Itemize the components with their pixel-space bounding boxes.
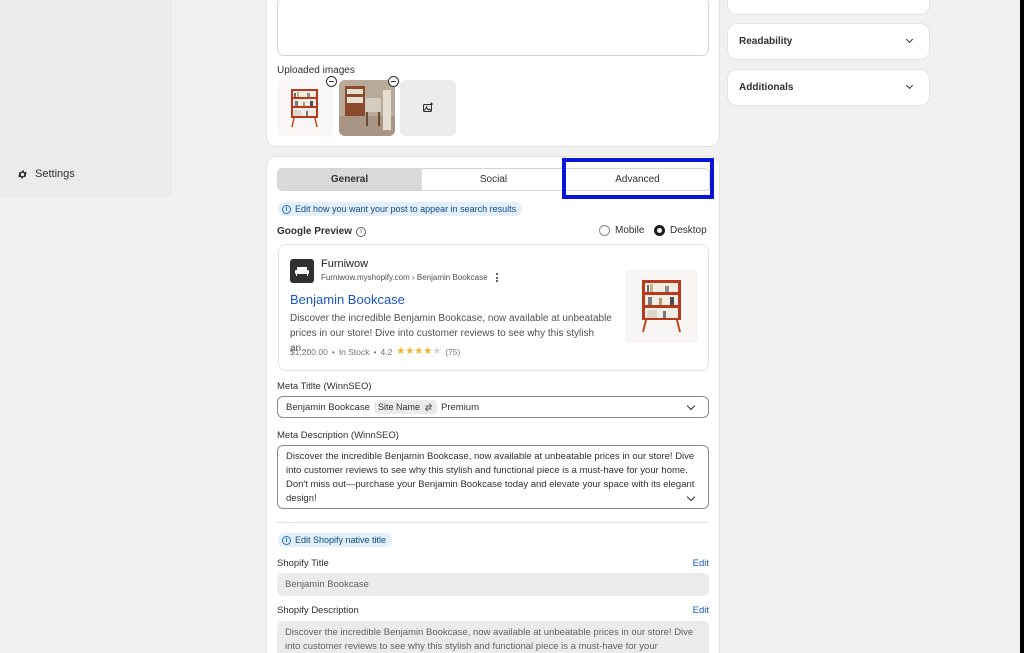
google-preview-card: Furniwow Furniwow.myshopify.com › Benjam… xyxy=(278,244,709,371)
divider xyxy=(277,522,709,523)
star-icon: ★ xyxy=(405,346,415,357)
seo-tabs: General Social Advanced xyxy=(277,168,710,191)
chevron-down-icon[interactable] xyxy=(905,81,914,90)
collapsed-section-card[interactable] xyxy=(727,0,930,15)
radio-mobile[interactable]: Mobile xyxy=(599,225,644,236)
result-product-image xyxy=(625,270,698,343)
sidebar-item-settings[interactable]: Settings xyxy=(17,168,75,180)
result-rating-count: (75) xyxy=(445,346,461,357)
sofa-icon xyxy=(295,267,309,276)
info-circle-icon[interactable]: i xyxy=(356,226,367,237)
more-vertical-icon[interactable] xyxy=(495,273,498,282)
star-icon: ★ xyxy=(432,346,442,357)
additionals-label: Additionals xyxy=(739,82,794,93)
description-editor[interactable] xyxy=(277,0,709,56)
uploaded-images-label: Uploaded images xyxy=(277,65,355,76)
result-rich-snippet: $1,200.00 • In Stock • 4.2 ★★★★★ (75) xyxy=(290,346,461,357)
meta-title-field[interactable]: Benjamin Bookcase Site Name Premium xyxy=(277,396,709,418)
result-site-name: Furniwow xyxy=(321,258,369,270)
star-icon: ★ xyxy=(414,346,424,357)
readability-section[interactable]: Readability xyxy=(727,23,930,60)
radio-label: Mobile xyxy=(615,225,645,236)
shopify-title-label: Shopify Title xyxy=(277,558,329,569)
site-name-chip[interactable]: Site Name xyxy=(373,400,437,414)
content-card: Uploaded images xyxy=(266,0,720,147)
meta-title-label: Meta Titlte (WinnSEO) xyxy=(277,381,372,392)
result-stock: In Stock xyxy=(338,346,370,357)
radio-label: Desktop xyxy=(670,225,707,236)
shopify-description-label: Shopify Description xyxy=(277,605,359,616)
gear-icon xyxy=(18,169,27,179)
star-icon: ★ xyxy=(396,346,406,357)
google-preview-title: Google Preview xyxy=(277,226,353,237)
shopify-banner-text: Edit Shopify native title xyxy=(295,535,387,545)
tab-general[interactable]: General xyxy=(278,169,422,190)
chip-label: Site Name xyxy=(377,402,420,412)
sidebar: Settings xyxy=(0,0,172,197)
chevron-down-icon[interactable] xyxy=(905,35,914,44)
edit-shopify-title-link[interactable]: Edit xyxy=(693,558,709,569)
room-scene-image xyxy=(339,80,395,136)
star-icon: ★ xyxy=(423,346,433,357)
info-banner-text: Edit how you want your post to appear in… xyxy=(295,204,517,214)
tab-advanced[interactable]: Advanced xyxy=(566,169,709,190)
additionals-section[interactable]: Additionals xyxy=(727,69,930,106)
swap-icon xyxy=(424,402,433,412)
readability-label: Readability xyxy=(739,36,793,47)
result-title[interactable]: Benjamin Bookcase xyxy=(290,292,405,307)
rating-stars: ★★★★★ xyxy=(396,346,441,357)
shopify-description-field: Discover the incredible Benjamin Bookcas… xyxy=(277,621,709,653)
tab-social[interactable]: Social xyxy=(422,169,566,190)
info-icon: i xyxy=(282,535,291,545)
uploaded-image-1[interactable] xyxy=(277,80,333,136)
store-logo xyxy=(290,259,314,283)
uploaded-image-2[interactable] xyxy=(339,80,395,136)
remove-image-icon[interactable] xyxy=(388,76,399,87)
meta-title-suffix: Premium xyxy=(441,401,480,413)
remove-image-icon[interactable] xyxy=(326,76,337,87)
info-icon: i xyxy=(282,204,291,214)
edit-shopify-description-link[interactable]: Edit xyxy=(693,605,709,616)
add-image-button[interactable] xyxy=(400,80,456,136)
result-rating: 4.2 xyxy=(380,346,393,357)
app-frame: Settings Uploaded images General Social … xyxy=(0,0,1020,653)
meta-title-prefix: Benjamin Bookcase xyxy=(286,401,370,413)
bookcase-image xyxy=(277,80,333,136)
info-banner: i Edit how you want your post to appear … xyxy=(278,202,523,216)
site-url-text: Furniwow.myshopify.com › Benjamin Bookca… xyxy=(321,273,488,282)
seo-card: General Social Advanced i Edit how you w… xyxy=(266,156,720,653)
add-image-icon xyxy=(423,102,433,112)
radio-button[interactable] xyxy=(654,225,665,236)
chevron-down-icon[interactable] xyxy=(686,492,696,502)
meta-description-field[interactable]: Discover the incredible Benjamin Bookcas… xyxy=(277,445,709,509)
radio-desktop[interactable]: Desktop xyxy=(654,225,707,236)
result-price: $1,200.00 xyxy=(290,346,328,357)
meta-description-label: Meta Description (WinnSEO) xyxy=(277,430,399,441)
result-site-url: Furniwow.myshopify.com › Benjamin Bookca… xyxy=(321,273,498,282)
sidebar-item-label: Settings xyxy=(35,168,75,180)
bookcase-image xyxy=(642,280,681,333)
google-preview-label: Google Preview i xyxy=(277,226,367,237)
meta-description-text: Discover the incredible Benjamin Bookcas… xyxy=(286,451,695,504)
radio-button[interactable] xyxy=(599,225,610,236)
shopify-title-field: Benjamin Bookcase xyxy=(277,573,709,596)
shopify-info-banner: i Edit Shopify native title xyxy=(278,533,393,547)
chevron-down-icon[interactable] xyxy=(686,401,696,411)
